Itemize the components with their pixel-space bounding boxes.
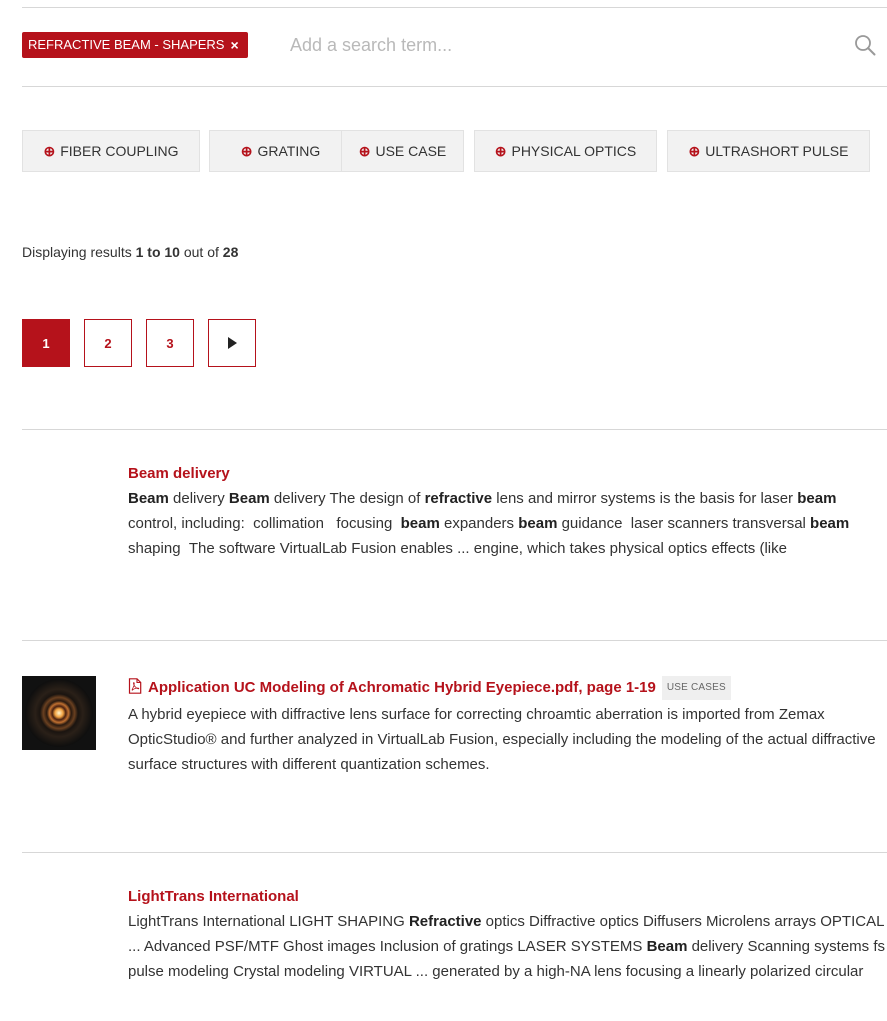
facet-label: ULTRASHORT PULSE (705, 143, 849, 159)
page-2-button[interactable]: 2 (84, 319, 132, 367)
search-bar: REFRACTIVE BEAM - SHAPERS × (22, 30, 887, 60)
facet-label: FIBER COUPLING (60, 143, 179, 159)
result-item: Beam delivery Beam delivery Beam deliver… (128, 464, 887, 561)
facet-physical-optics[interactable]: ⊕ PHYSICAL OPTICS (474, 130, 657, 172)
zoom-in-icon: ⊕ (358, 142, 371, 159)
search-icon[interactable] (853, 33, 877, 57)
result-title-row: Application UC Modeling of Achromatic Hy… (128, 676, 887, 700)
result-title-link[interactable]: LightTrans International (128, 887, 887, 907)
facet-use-case[interactable]: ⊕ USE CASE (341, 130, 464, 172)
results-range: 1 to 10 (135, 244, 180, 260)
result-snippet: LightTrans International LIGHT SHAPING R… (128, 913, 885, 980)
active-filter-tag: REFRACTIVE BEAM - SHAPERS × (22, 32, 248, 58)
active-filter-label: REFRACTIVE BEAM - SHAPERS (28, 37, 225, 52)
result-snippet: Beam delivery Beam delivery The design o… (128, 490, 850, 557)
facet-label: USE CASE (375, 143, 447, 159)
top-divider (22, 7, 887, 8)
play-icon (228, 337, 237, 349)
zoom-in-icon: ⊕ (240, 142, 253, 159)
zoom-in-icon: ⊕ (43, 142, 56, 159)
result-thumbnail[interactable] (22, 676, 96, 750)
pdf-icon (128, 678, 142, 694)
category-badge: USE CASES (661, 676, 731, 700)
result-divider (22, 852, 887, 853)
page-3-button[interactable]: 3 (146, 319, 194, 367)
results-total: 28 (222, 244, 239, 260)
results-middle: out of (183, 244, 219, 260)
result-snippet: A hybrid eyepiece with diffractive lens … (128, 706, 876, 773)
next-page-button[interactable] (208, 319, 256, 367)
result-title-link[interactable]: Beam delivery (128, 464, 887, 484)
facet-fiber-coupling[interactable]: ⊕ FIBER COUPLING (22, 130, 200, 172)
zoom-in-icon: ⊕ (494, 142, 507, 159)
result-item: LightTrans International LightTrans Inte… (128, 887, 887, 984)
result-title-link[interactable]: Application UC Modeling of Achromatic Hy… (148, 679, 656, 696)
facet-label: GRATING (257, 143, 321, 159)
result-item: Application UC Modeling of Achromatic Hy… (128, 676, 887, 777)
results-divider-top (22, 429, 887, 430)
facet-label: PHYSICAL OPTICS (511, 143, 637, 159)
zoom-in-icon: ⊕ (688, 142, 701, 159)
facet-grating[interactable]: ⊕ GRATING (209, 130, 352, 172)
results-summary: Displaying results 1 to 10 out of 28 (22, 244, 238, 260)
search-input[interactable] (290, 30, 830, 60)
facet-ultrashort-pulse[interactable]: ⊕ ULTRASHORT PULSE (667, 130, 870, 172)
remove-filter-button[interactable]: × (230, 32, 238, 58)
results-prefix: Displaying results (22, 244, 132, 260)
page-1-button[interactable]: 1 (22, 319, 70, 367)
result-divider (22, 640, 887, 641)
search-divider (22, 86, 887, 87)
